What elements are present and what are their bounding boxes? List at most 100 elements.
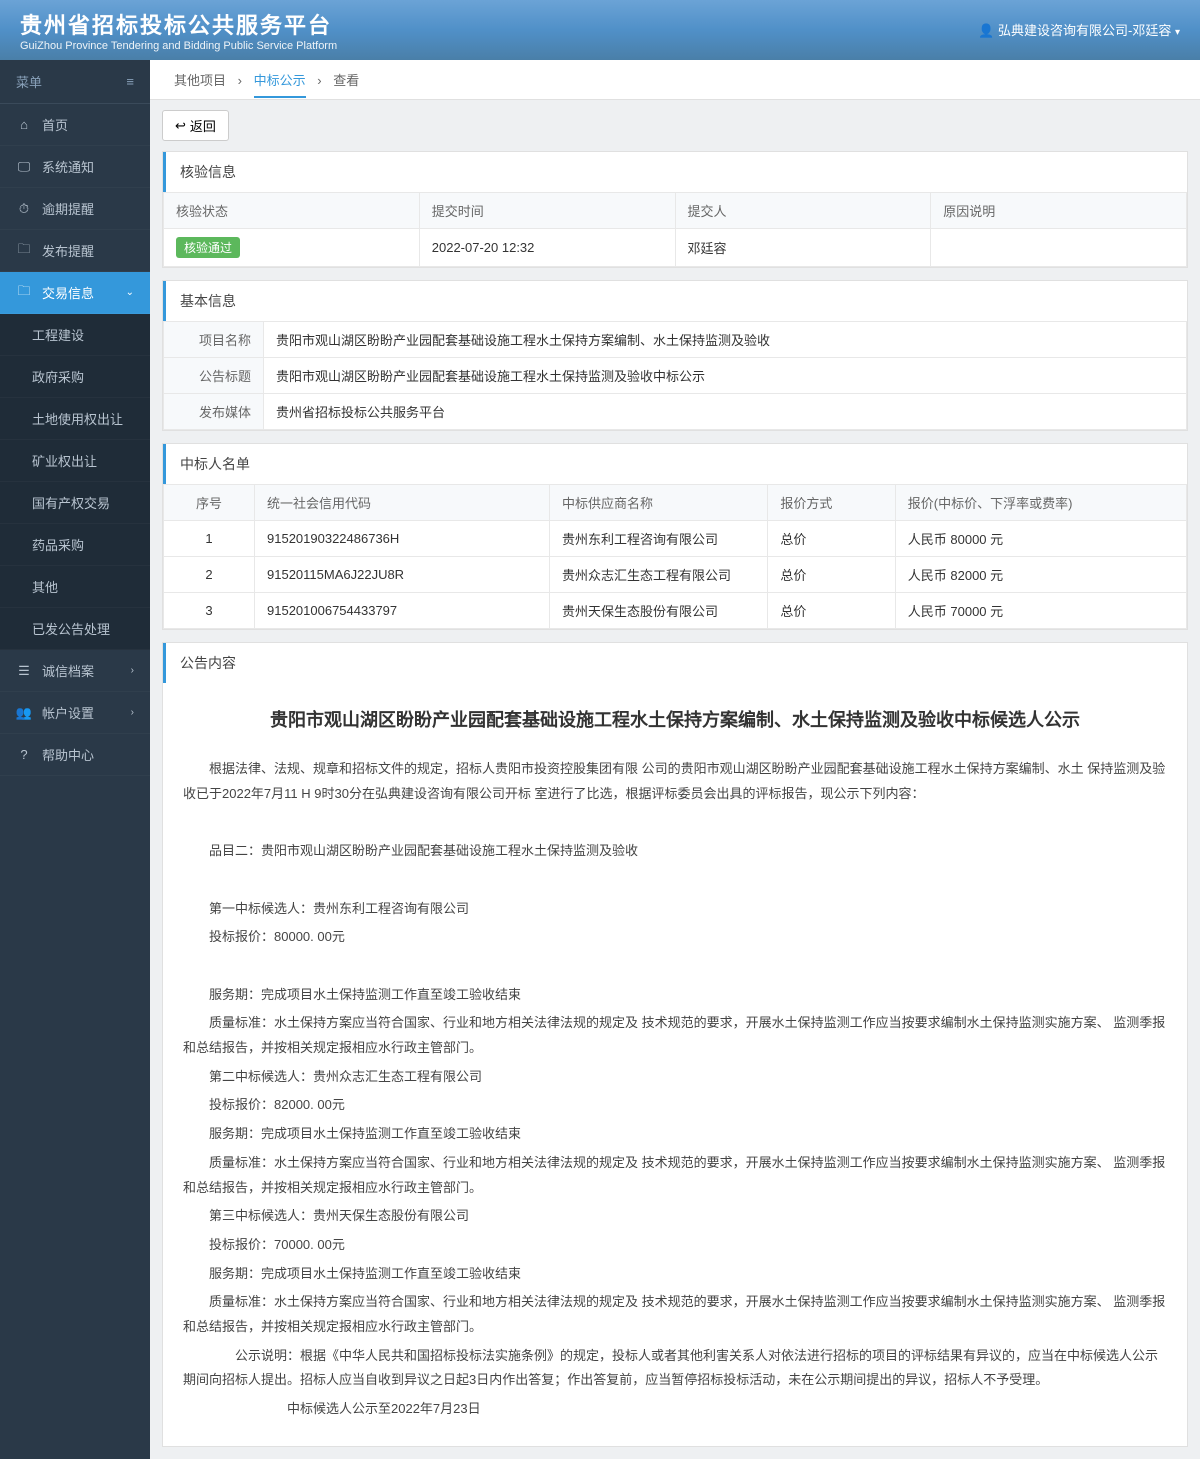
back-label: 返回 bbox=[190, 116, 216, 135]
crumb-0[interactable]: 其他项目 bbox=[174, 73, 226, 88]
sidebar-menu-label: 菜单 bbox=[16, 72, 42, 91]
menu-toggle-icon[interactable]: ≡ bbox=[126, 74, 134, 89]
submitter: 邓廷容 bbox=[675, 229, 931, 267]
candidate-rank: 第二中标候选人：贵州众志汇生态工程有限公司 bbox=[183, 1065, 1167, 1090]
sidebar-item-诚信档案[interactable]: ☰ 诚信档案 › bbox=[0, 650, 150, 692]
crumb-2: 查看 bbox=[333, 73, 359, 88]
col-seq: 序号 bbox=[164, 485, 255, 521]
main-content: 其他项目 › 中标公示 › 查看 ↩ 返回 核验信息 核验状态 提交时间 提交人… bbox=[150, 60, 1200, 1459]
col-name: 中标供应商名称 bbox=[549, 485, 767, 521]
sidebar-item-首页[interactable]: ⌂ 首页 bbox=[0, 104, 150, 146]
basic-info-table: 项目名称贵阳市观山湖区盼盼产业园配套基础设施工程水土保持方案编制、水土保持监测及… bbox=[163, 321, 1187, 430]
basic-info-title: 基本信息 bbox=[163, 281, 1187, 321]
candidate-block: 第三中标候选人：贵州天保生态股份有限公司 投标报价：70000. 00元 服务期… bbox=[183, 1204, 1167, 1339]
user-dropdown[interactable]: 👤 弘典建设咨询有限公司-邓廷容 bbox=[978, 20, 1180, 39]
sidebar-item-帐户设置[interactable]: 👥帐户设置› bbox=[0, 692, 150, 734]
sidebar-item-label: 帐户设置 bbox=[42, 703, 94, 722]
help-icon: ? bbox=[16, 747, 32, 763]
monitor-icon: 🖵 bbox=[16, 159, 32, 175]
user-icon: 👥 bbox=[16, 705, 32, 721]
info-value: 贵阳市观山湖区盼盼产业园配套基础设施工程水土保持监测及验收中标公示 bbox=[264, 358, 1187, 394]
candidate-quality: 质量标准：水土保持方案应当符合国家、行业和地方相关法律法规的规定及 技术规范的要… bbox=[183, 1011, 1167, 1060]
chevron-icon: ⌄ bbox=[126, 287, 134, 298]
candidate-quality: 质量标准：水土保持方案应当符合国家、行业和地方相关法律法规的规定及 技术规范的要… bbox=[183, 1290, 1167, 1339]
user-name: 弘典建设咨询有限公司-邓廷容 bbox=[998, 23, 1171, 38]
chevron-icon: › bbox=[131, 665, 134, 676]
clock-icon: ⏱ bbox=[16, 201, 32, 217]
notice: 公示说明：根据《中华人民共和国招标投标法实施条例》的规定，投标人或者其他利害关系… bbox=[183, 1344, 1167, 1393]
sidebar-subitem-国有产权交易[interactable]: 国有产权交易 bbox=[0, 482, 150, 524]
col-submitter: 提交人 bbox=[675, 193, 931, 229]
info-label: 发布媒体 bbox=[164, 394, 264, 430]
sidebar-subitem-政府采购[interactable]: 政府采购 bbox=[0, 356, 150, 398]
col-status: 核验状态 bbox=[164, 193, 420, 229]
col-time: 提交时间 bbox=[419, 193, 675, 229]
winners-panel: 中标人名单 序号 统一社会信用代码 中标供应商名称 报价方式 报价(中标价、下浮… bbox=[162, 443, 1188, 630]
home-icon: ⌂ bbox=[16, 117, 32, 133]
candidate-block: 第二中标候选人：贵州众志汇生态工程有限公司 投标报价：82000. 00元 服务… bbox=[183, 1065, 1167, 1200]
sidebar-item-label: 帮助中心 bbox=[42, 745, 94, 764]
back-button[interactable]: ↩ 返回 bbox=[162, 110, 229, 141]
sidebar-item-label: 交易信息 bbox=[42, 283, 94, 302]
platform-subtitle: GuiZhou Province Tendering and Bidding P… bbox=[20, 40, 337, 52]
sidebar-subitem-矿业权出让[interactable]: 矿业权出让 bbox=[0, 440, 150, 482]
candidate-period: 服务期：完成项目水土保持监测工作直至竣工验收结束 bbox=[183, 1122, 1167, 1147]
announcement-panel: 公告内容 贵阳市观山湖区盼盼产业园配套基础设施工程水土保持方案编制、水土保持监测… bbox=[162, 642, 1188, 1447]
submit-time: 2022-07-20 12:32 bbox=[419, 229, 675, 267]
sidebar-item-label: 首页 bbox=[42, 115, 68, 134]
sidebar-item-系统通知[interactable]: 🖵 系统通知 bbox=[0, 146, 150, 188]
sidebar-item-发布提醒[interactable]: 🗀 发布提醒 bbox=[0, 230, 150, 272]
sidebar-subitem-药品采购[interactable]: 药品采购 bbox=[0, 524, 150, 566]
sidebar: 菜单 ≡ ⌂ 首页 🖵 系统通知 ⏱ 逾期提醒 🗀 发布提醒 🗀 交易信息 ⌄ 工程建设政府采购土地使… bbox=[0, 60, 150, 1459]
winners-title: 中标人名单 bbox=[163, 444, 1187, 484]
sidebar-header: 菜单 ≡ bbox=[0, 60, 150, 104]
folder-icon: 🗀 bbox=[16, 285, 32, 301]
col-method: 报价方式 bbox=[768, 485, 895, 521]
col-price: 报价(中标价、下浮率或费率) bbox=[895, 485, 1186, 521]
sidebar-subitem-土地使用权出让[interactable]: 土地使用权出让 bbox=[0, 398, 150, 440]
col-reason: 原因说明 bbox=[931, 193, 1187, 229]
announcement-intro: 根据法律、法规、规章和招标文件的规定，招标人贵阳市投资控股集团有限 公司的贵阳市… bbox=[183, 757, 1167, 806]
crumb-1[interactable]: 中标公示 bbox=[254, 73, 306, 98]
col-code: 统一社会信用代码 bbox=[255, 485, 550, 521]
header: 贵州省招标投标公共服务平台 GuiZhou Province Tendering… bbox=[0, 0, 1200, 60]
info-value: 贵州省招标投标公共服务平台 bbox=[264, 394, 1187, 430]
sidebar-item-label: 系统通知 bbox=[42, 157, 94, 176]
winners-table: 序号 统一社会信用代码 中标供应商名称 报价方式 报价(中标价、下浮率或费率) … bbox=[163, 484, 1187, 629]
sidebar-item-逾期提醒[interactable]: ⏱ 逾期提醒 bbox=[0, 188, 150, 230]
table-row: 291520115MA6J22JU8R贵州众志汇生态工程有限公司总价人民币 82… bbox=[164, 557, 1187, 593]
status-badge: 核验通过 bbox=[176, 237, 240, 258]
sidebar-subitem-其他[interactable]: 其他 bbox=[0, 566, 150, 608]
basic-info-panel: 基本信息 项目名称贵阳市观山湖区盼盼产业园配套基础设施工程水土保持方案编制、水土… bbox=[162, 280, 1188, 431]
announcement-heading: 贵阳市观山湖区盼盼产业园配套基础设施工程水土保持方案编制、水土保持监测及验收中标… bbox=[183, 703, 1167, 737]
info-value: 贵阳市观山湖区盼盼产业园配套基础设施工程水土保持方案编制、水土保持监测及验收 bbox=[264, 322, 1187, 358]
info-label: 项目名称 bbox=[164, 322, 264, 358]
verification-title: 核验信息 bbox=[163, 152, 1187, 192]
candidate-quality: 质量标准：水土保持方案应当符合国家、行业和地方相关法律法规的规定及 技术规范的要… bbox=[183, 1151, 1167, 1200]
candidate-price: 投标报价：80000. 00元 bbox=[183, 925, 1167, 950]
candidate-block: 第一中标候选人：贵州东利工程咨询有限公司 投标报价：80000. 00元 服务期… bbox=[183, 897, 1167, 1061]
folder-icon: 🗀 bbox=[16, 243, 32, 259]
sidebar-item-帮助中心[interactable]: ? 帮助中心 bbox=[0, 734, 150, 776]
candidate-price: 投标报价：82000. 00元 bbox=[183, 1093, 1167, 1118]
breadcrumb: 其他项目 › 中标公示 › 查看 bbox=[150, 60, 1200, 100]
back-icon: ↩ bbox=[175, 118, 186, 134]
announcement-body: 贵阳市观山湖区盼盼产业园配套基础设施工程水土保持方案编制、水土保持监测及验收中标… bbox=[163, 683, 1187, 1446]
candidate-rank: 第三中标候选人：贵州天保生态股份有限公司 bbox=[183, 1204, 1167, 1229]
candidate-period: 服务期：完成项目水土保持监测工作直至竣工验收结束 bbox=[183, 1262, 1167, 1287]
table-row: 191520190322486736H贵州东利工程咨询有限公司总价人民币 800… bbox=[164, 521, 1187, 557]
sidebar-item-label: 诚信档案 bbox=[42, 661, 94, 680]
sidebar-subitem-已发公告处理[interactable]: 已发公告处理 bbox=[0, 608, 150, 650]
sidebar-item-交易信息[interactable]: 🗀 交易信息 ⌄ bbox=[0, 272, 150, 314]
candidate-rank: 第一中标候选人：贵州东利工程咨询有限公司 bbox=[183, 897, 1167, 922]
reason bbox=[931, 229, 1187, 267]
sidebar-item-label: 逾期提醒 bbox=[42, 199, 94, 218]
announcement-title: 公告内容 bbox=[163, 643, 1187, 683]
candidate-period: 服务期：完成项目水土保持监测工作直至竣工验收结束 bbox=[183, 983, 1167, 1008]
sidebar-item-label: 发布提醒 bbox=[42, 241, 94, 260]
item-title: 品目二：贵阳市观山湖区盼盼产业园配套基础设施工程水土保持监测及验收 bbox=[183, 839, 1167, 864]
list-icon: ☰ bbox=[16, 663, 32, 679]
table-row: 3915201006754433797贵州天保生态股份有限公司总价人民币 700… bbox=[164, 593, 1187, 629]
user-icon: 👤 bbox=[978, 23, 994, 38]
sidebar-subitem-工程建设[interactable]: 工程建设 bbox=[0, 314, 150, 356]
